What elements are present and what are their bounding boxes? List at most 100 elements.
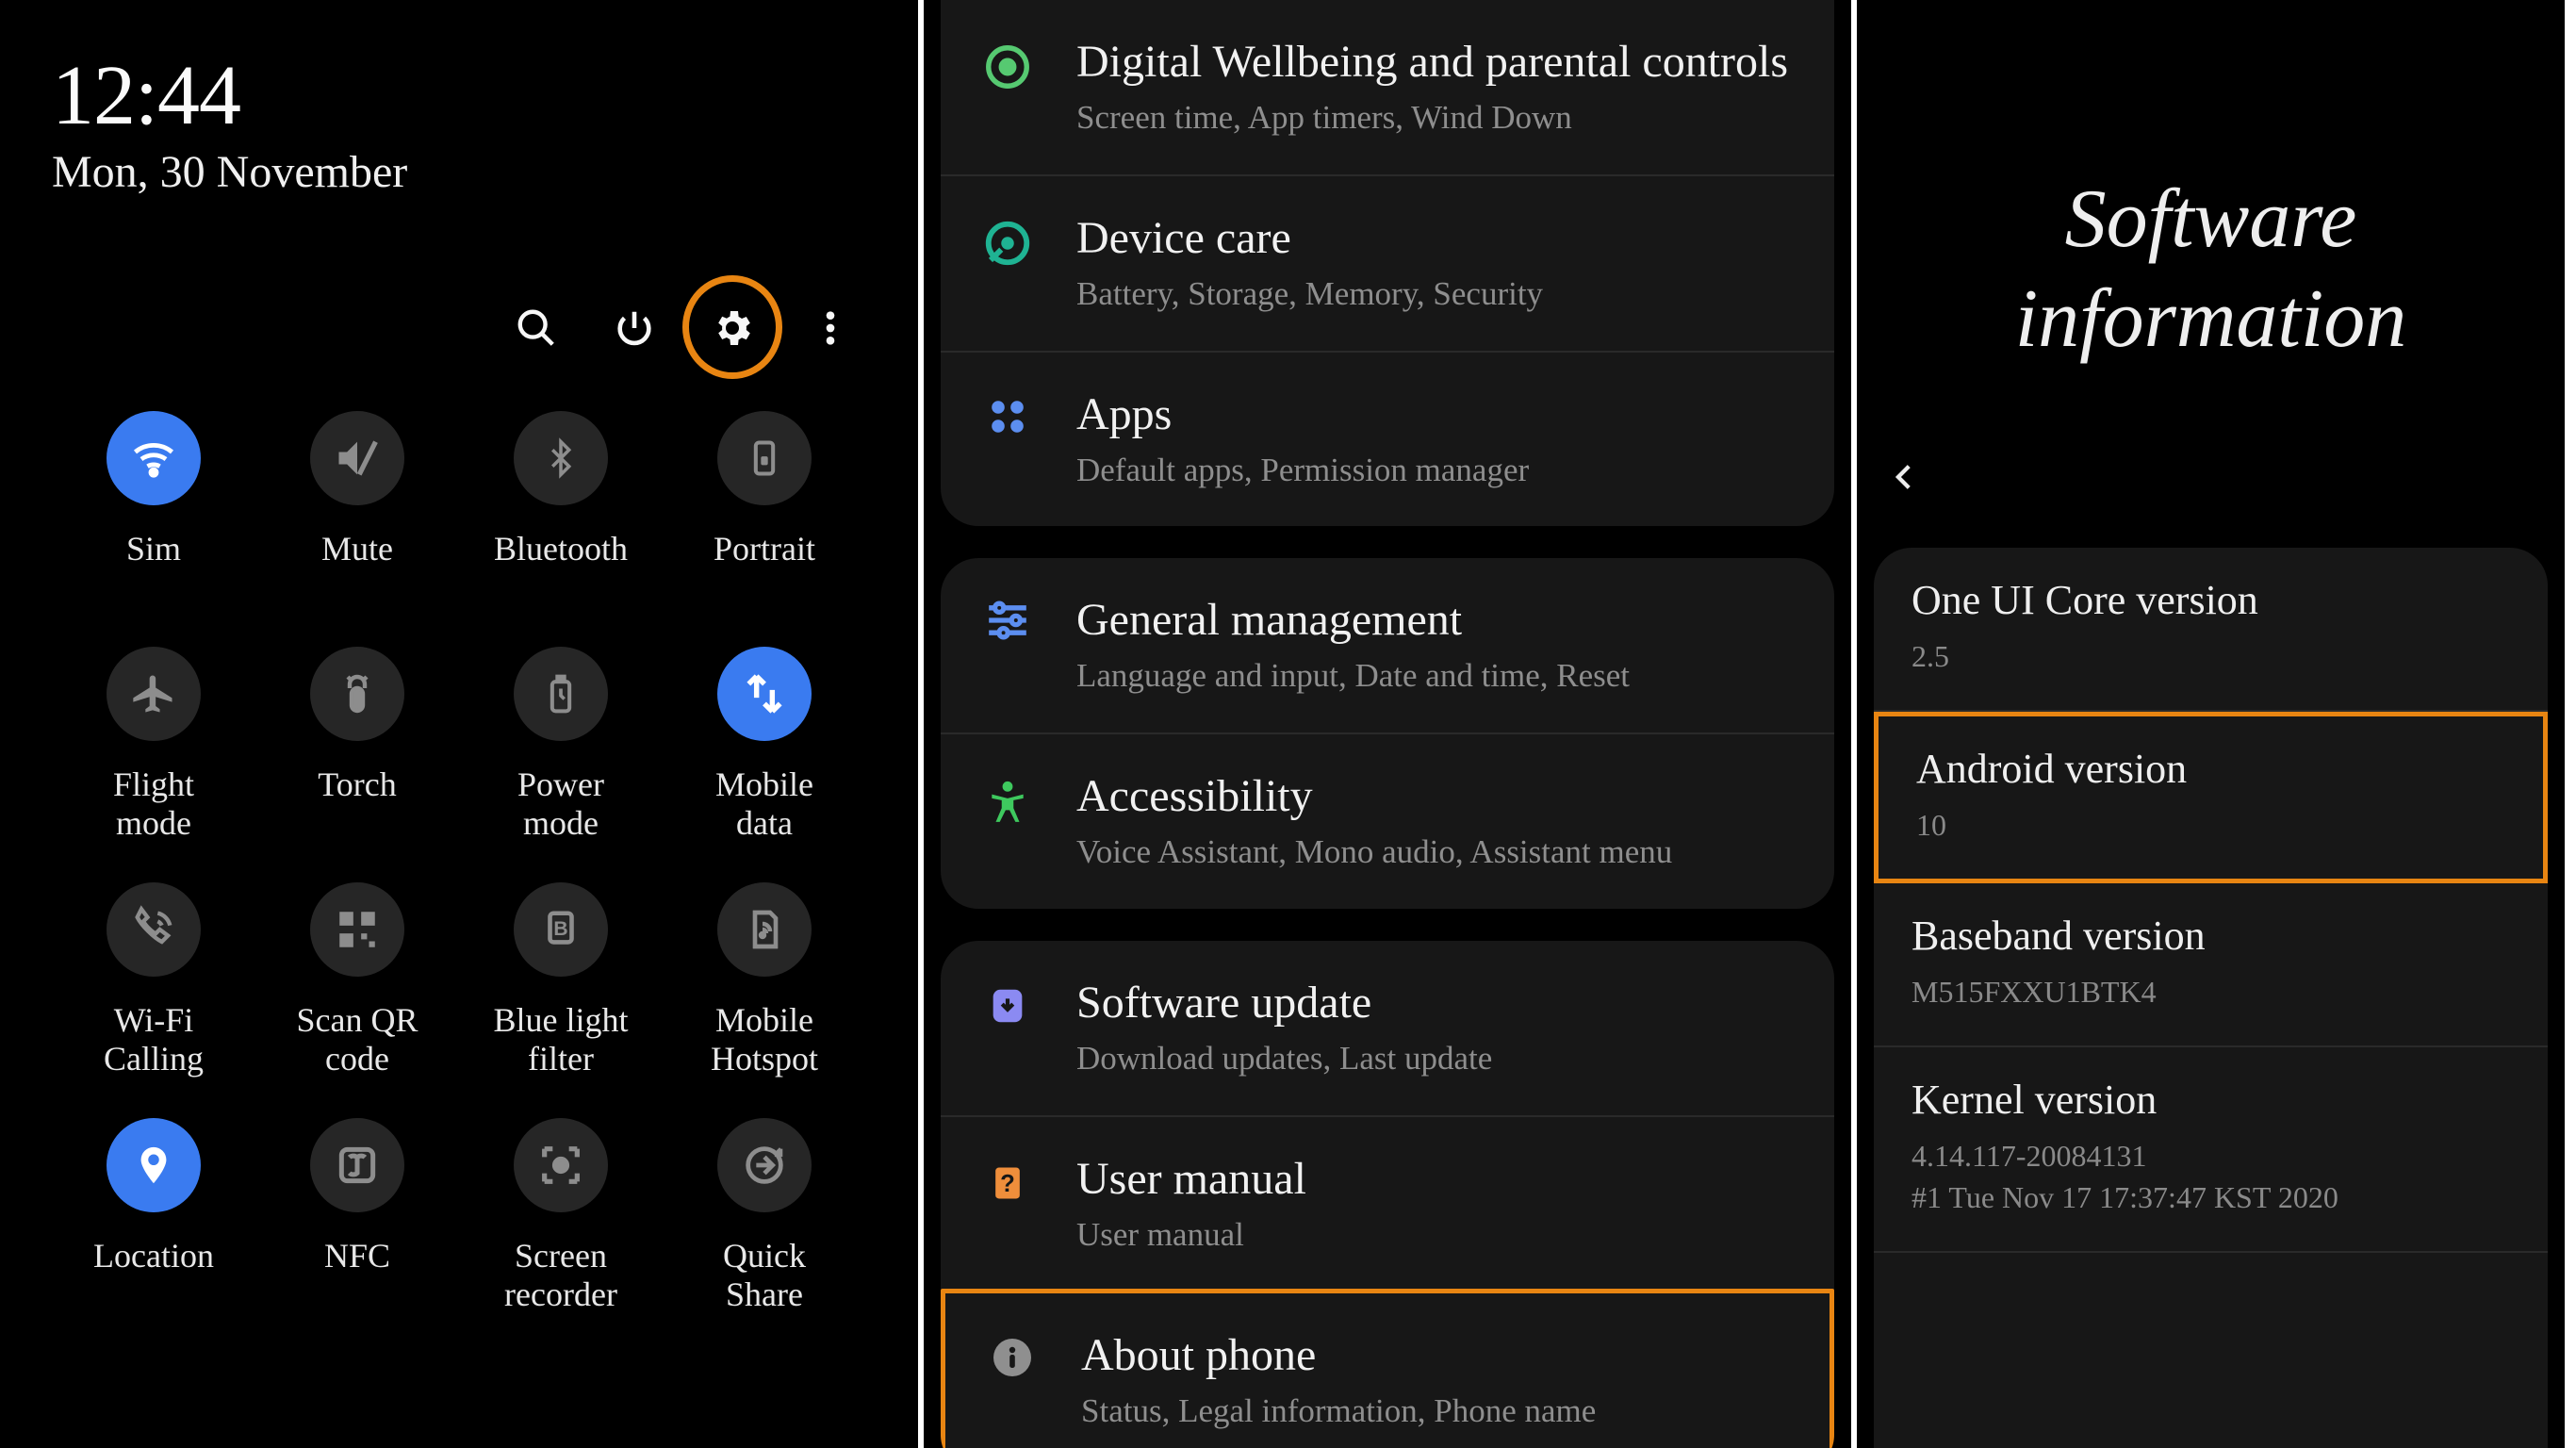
qs-tile-label: Location xyxy=(93,1237,214,1316)
qs-tile-label: Quick Share xyxy=(723,1237,806,1316)
qs-tile-label: Screen recorder xyxy=(504,1237,617,1316)
qs-tile[interactable]: Scan QR code xyxy=(255,882,459,1080)
settings-row[interactable]: General management Language and input, Da… xyxy=(941,558,1834,732)
qs-tile-label: Portrait xyxy=(714,530,815,609)
settings-group: Digital Wellbeing and parental controls S… xyxy=(941,0,1834,526)
qs-tile-icon xyxy=(107,411,201,505)
qs-tile-label: NFC xyxy=(324,1237,390,1316)
qs-tile-icon xyxy=(717,882,812,977)
settings-row[interactable]: Accessibility Voice Assistant, Mono audio… xyxy=(941,732,1834,909)
settings-row-subtitle: Download updates, Last update xyxy=(1076,1038,1800,1079)
settings-row-subtitle: Voice Assistant, Mono audio, Assistant m… xyxy=(1076,831,1800,873)
info-row-title: One UI Core version xyxy=(1911,576,2510,624)
info-row-title: Android version xyxy=(1916,745,2505,793)
svg-text:B: B xyxy=(553,918,567,940)
qs-tile-icon xyxy=(717,1118,812,1212)
settings-row-title: Software update xyxy=(1076,977,1800,1028)
settings-row[interactable]: AppsDefault apps, Permission manager xyxy=(941,351,1834,527)
qs-tile-label: Mobile data xyxy=(715,765,813,845)
highlight-circle xyxy=(682,275,782,379)
chevron-left-icon xyxy=(1889,453,1921,501)
qs-tile-label: Torch xyxy=(318,765,396,845)
power-button[interactable] xyxy=(608,302,661,354)
settings-row[interactable]: About phone Status, Legal information, Ph… xyxy=(941,1289,1834,1448)
qs-tile-label: Flight mode xyxy=(113,765,194,845)
update-icon xyxy=(956,977,1059,1029)
settings-row-title: Accessibility xyxy=(1076,770,1800,822)
settings-button[interactable] xyxy=(706,302,759,354)
settings-row[interactable]: Device care Battery, Storage, Memory, Sec… xyxy=(941,174,1834,351)
settings-row[interactable]: Digital Wellbeing and parental controls S… xyxy=(941,0,1834,174)
qs-tile-label: Mute xyxy=(321,530,393,609)
settings-row-title: About phone xyxy=(1081,1329,1796,1381)
devicecare-icon xyxy=(956,212,1059,269)
software-info-card: One UI Core version2.5Android version10B… xyxy=(1874,548,2548,1448)
more-button[interactable] xyxy=(804,302,857,354)
qs-tile[interactable]: B Blue light filter xyxy=(459,882,663,1080)
svg-text:?: ? xyxy=(1000,1171,1015,1197)
qs-tile[interactable]: Torch xyxy=(255,647,459,845)
info-row[interactable]: Android version10 xyxy=(1874,712,2548,883)
clock-date: Mon, 30 November xyxy=(52,146,866,198)
qs-tile[interactable]: Mute xyxy=(255,411,459,609)
qs-tile[interactable]: NFC xyxy=(255,1118,459,1316)
qs-tile-label: Blue light filter xyxy=(494,1001,629,1080)
qs-tile[interactable]: Quick Share xyxy=(663,1118,866,1316)
search-button[interactable] xyxy=(510,302,563,354)
qs-tile-icon xyxy=(310,1118,404,1212)
qs-tile[interactable]: Screen recorder xyxy=(459,1118,663,1316)
settings-row-title: User manual xyxy=(1076,1153,1800,1205)
info-row[interactable]: One UI Core version 2.5 xyxy=(1874,548,2548,712)
info-row-value: M515FXXU1BTK4 xyxy=(1911,971,2510,1013)
info-row-value: 2.5 xyxy=(1911,635,2510,678)
software-info-panel: Software information One UI Core version… xyxy=(1857,0,2570,1448)
qs-tile-label: Mobile Hotspot xyxy=(711,1001,818,1080)
settings-row-title: Digital Wellbeing and parental controls xyxy=(1076,36,1800,88)
sliders-icon xyxy=(956,594,1059,641)
qs-tile[interactable]: Wi-Fi Calling xyxy=(52,882,255,1080)
qs-tile[interactable]: Mobile data xyxy=(663,647,866,845)
search-icon xyxy=(515,306,558,350)
qs-tile[interactable]: Power mode xyxy=(459,647,663,845)
qs-tile[interactable]: Sim xyxy=(52,411,255,609)
info-row[interactable]: Kernel version4.14.117-20084131 #1 Tue N… xyxy=(1874,1047,2548,1254)
clock-time: 12:44 xyxy=(52,47,866,144)
qs-tile[interactable]: Portrait xyxy=(663,411,866,609)
info-row-title: Baseband version xyxy=(1911,912,2510,960)
settings-row-subtitle: Status, Legal information, Phone name xyxy=(1081,1390,1796,1432)
back-button[interactable] xyxy=(1857,425,2565,548)
settings-group: Software update Download updates, Last up… xyxy=(941,941,1834,1448)
qs-tile[interactable]: Bluetooth xyxy=(459,411,663,609)
settings-row-subtitle: Battery, Storage, Memory, Security xyxy=(1076,273,1800,315)
info-row-title: Kernel version xyxy=(1911,1076,2510,1124)
qs-tile[interactable]: Flight mode xyxy=(52,647,255,845)
quick-settings-grid: Sim Mute Bluetooth Portrait Flight mode Torch… xyxy=(52,411,866,1316)
settings-row-title: Apps xyxy=(1076,388,1800,440)
power-icon xyxy=(613,306,656,350)
qs-tile-icon xyxy=(310,411,404,505)
settings-row-subtitle: Screen time, App timers, Wind Down xyxy=(1076,97,1800,139)
qs-tile[interactable]: Mobile Hotspot xyxy=(663,882,866,1080)
qs-tile[interactable]: Location xyxy=(52,1118,255,1316)
settings-row[interactable]: ?User manualUser manual xyxy=(941,1115,1834,1292)
qs-tile-label: Scan QR code xyxy=(297,1001,418,1080)
settings-row[interactable]: Software update Download updates, Last up… xyxy=(941,941,1834,1115)
qs-tile-icon xyxy=(310,882,404,977)
qs-tile-label: Bluetooth xyxy=(494,530,628,609)
info-row[interactable]: Baseband version M515FXXU1BTK4 xyxy=(1874,883,2548,1047)
qs-tile-icon xyxy=(107,882,201,977)
settings-row-title: General management xyxy=(1076,594,1800,646)
info-icon xyxy=(960,1329,1064,1380)
a11y-icon xyxy=(956,770,1059,829)
qs-tile-label: Wi-Fi Calling xyxy=(104,1001,204,1080)
panel-actions xyxy=(52,302,866,354)
qs-tile-label: Sim xyxy=(126,530,181,609)
wellbeing-icon xyxy=(956,36,1059,92)
qs-tile-icon xyxy=(514,647,608,741)
settings-list-panel: Digital Wellbeing and parental controls S… xyxy=(924,0,1857,1448)
settings-row-subtitle: Language and input, Date and time, Reset xyxy=(1076,655,1800,697)
page-title: Software information xyxy=(1857,0,2565,425)
qs-tile-label: Power mode xyxy=(517,765,604,845)
settings-row-title: Device care xyxy=(1076,212,1800,264)
qs-tile-icon xyxy=(514,411,608,505)
